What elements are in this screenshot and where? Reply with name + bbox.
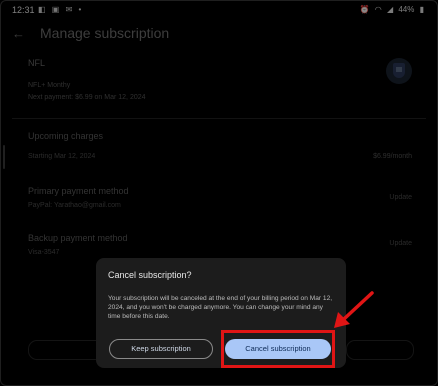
dialog-title: Cancel subscription? [108, 270, 192, 280]
dialog-message: Your subscription will be canceled at th… [108, 295, 333, 320]
manage-subscription-page: 12:31 ◧ ▣ ✉ • ⏰ ◠ ◢ 44% ▮ ← Manage subsc… [0, 0, 438, 386]
keep-subscription-button[interactable]: Keep subscription [109, 339, 213, 359]
highlight-box [221, 330, 335, 368]
